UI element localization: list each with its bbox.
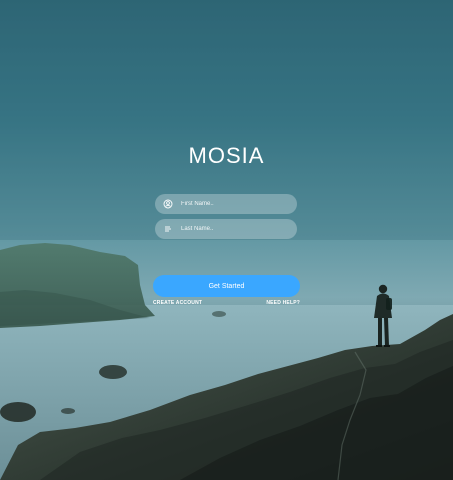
- create-account-link[interactable]: CREATE ACCOUNT: [153, 300, 202, 306]
- first-name-input[interactable]: [181, 194, 297, 214]
- need-help-link[interactable]: NEED HELP?: [266, 300, 300, 306]
- last-name-field[interactable]: [155, 219, 297, 239]
- get-started-button[interactable]: Get Started: [153, 275, 300, 297]
- last-name-input[interactable]: [181, 219, 297, 239]
- login-screen: MOSIA Get Started: [0, 0, 453, 480]
- sea-rock: [99, 365, 127, 379]
- user-circle-icon: [163, 199, 173, 209]
- brand-title: MOSIA: [188, 143, 265, 168]
- first-name-field[interactable]: [155, 194, 297, 214]
- secondary-links: CREATE ACCOUNT NEED HELP?: [153, 300, 300, 306]
- signup-form: [155, 194, 297, 244]
- sea-rock: [212, 311, 226, 317]
- sea-rock: [61, 408, 75, 414]
- sea-rock: [0, 402, 36, 422]
- text-lines-icon: [163, 224, 173, 234]
